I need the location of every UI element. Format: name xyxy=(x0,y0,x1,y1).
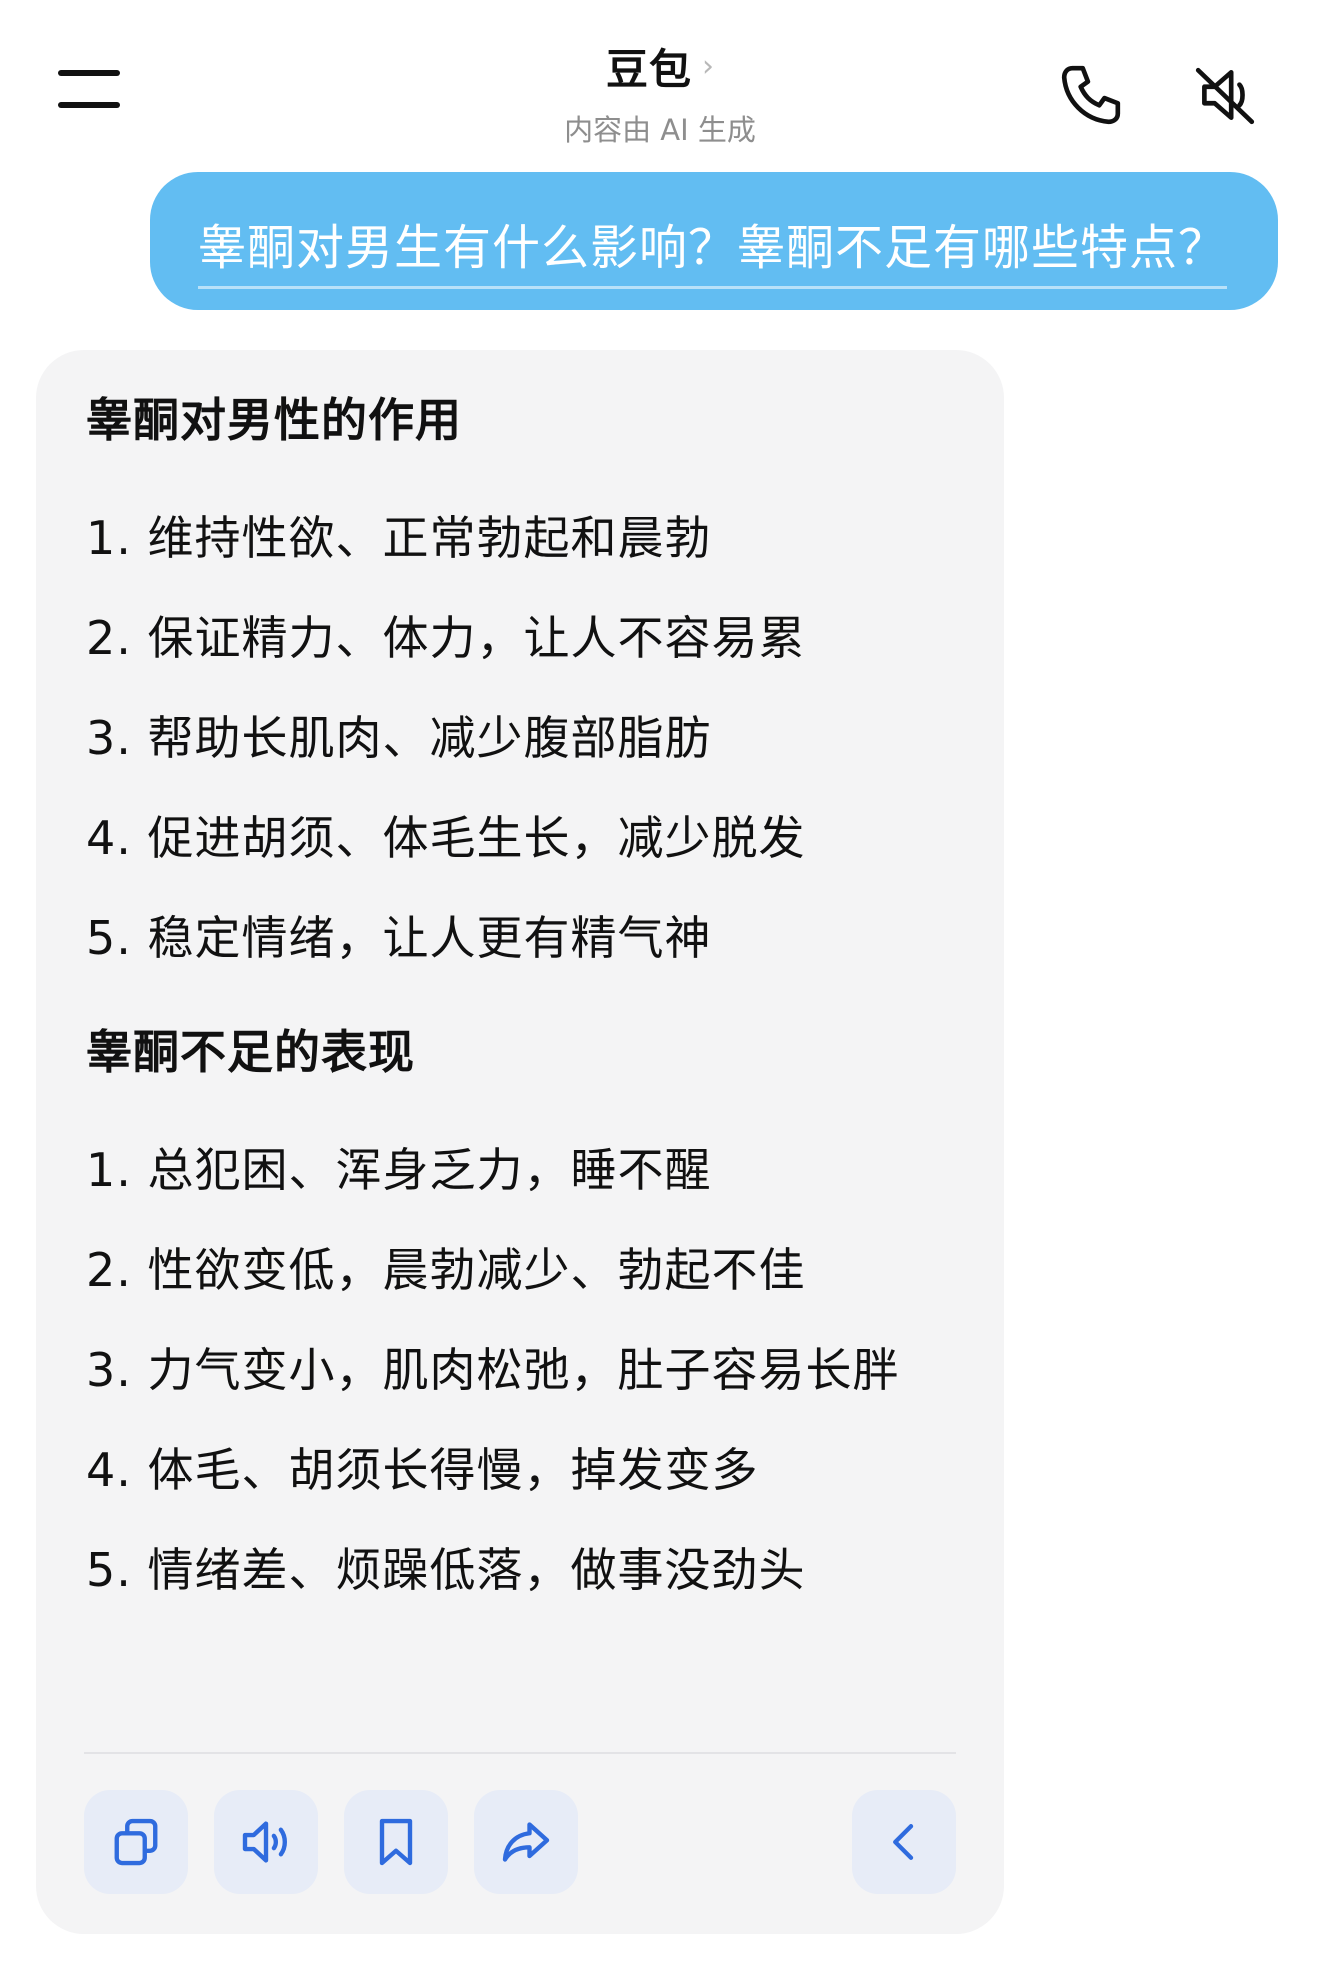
divider xyxy=(84,1752,956,1754)
share-icon xyxy=(502,1822,550,1862)
symptoms-list: 1. 总犯困、浑身乏力，睡不醒 2. 性欲变低，晨勃减少、勃起不佳 3. 力气变… xyxy=(86,1138,954,1638)
list-item: 5. 情绪差、烦躁低落，做事没劲头 xyxy=(86,1543,806,1597)
copy-button[interactable] xyxy=(84,1790,188,1894)
collapse-button[interactable] xyxy=(852,1790,956,1894)
list-item: 5. 稳定情绪，让人更有精气神 xyxy=(86,911,712,965)
chat-screen: 豆包 › 内容由 AI 生成 睾酮对男生有什么影响？睾酮不足有哪些特点？ 睾酮对… xyxy=(0,0,1320,1971)
phone-icon[interactable] xyxy=(1058,62,1124,128)
list-item: 4. 体毛、胡须长得慢，掉发变多 xyxy=(86,1443,759,1497)
answer-action-bar xyxy=(84,1790,956,1894)
chevron-left-icon xyxy=(893,1824,914,1860)
list-item: 2. 性欲变低，晨勃减少、勃起不佳 xyxy=(86,1243,806,1297)
user-message-bubble: 睾酮对男生有什么影响？睾酮不足有哪些特点？ xyxy=(150,172,1278,310)
copy-icon xyxy=(114,1818,158,1866)
list-item: 4. 促进胡须、体毛生长，减少脱发 xyxy=(86,811,806,865)
list-item: 3. 力气变小，肌肉松弛，肚子容易长胖 xyxy=(86,1343,900,1397)
bookmark-button[interactable] xyxy=(344,1790,448,1894)
read-aloud-button[interactable] xyxy=(214,1790,318,1894)
list-item: 1. 总犯困、浑身乏力，睡不醒 xyxy=(86,1143,712,1197)
list-item: 3. 帮助长肌肉、减少腹部脂肪 xyxy=(86,711,712,765)
list-item: 2. 保证精力、体力，让人不容易累 xyxy=(86,611,806,665)
list-item: 1. 维持性欲、正常勃起和晨勃 xyxy=(86,511,712,565)
answer-heading-effects: 睾酮对男性的作用 xyxy=(86,393,462,447)
bot-title: 豆包 xyxy=(605,45,692,94)
bookmark-icon xyxy=(379,1818,413,1866)
chevron-right-icon: › xyxy=(702,49,714,84)
speaker-icon xyxy=(242,1821,287,1863)
bot-title-button[interactable]: 豆包 › xyxy=(606,36,714,97)
assistant-answer-card: 睾酮对男性的作用 1. 维持性欲、正常勃起和晨勃 2. 保证精力、体力，让人不容… xyxy=(36,350,1004,1934)
share-button[interactable] xyxy=(474,1790,578,1894)
speaker-mute-icon[interactable] xyxy=(1192,62,1258,128)
user-message-text[interactable]: 睾酮对男生有什么影响？睾酮不足有哪些特点？ xyxy=(198,208,1228,289)
effects-list: 1. 维持性欲、正常勃起和晨勃 2. 保证精力、体力，让人不容易累 3. 帮助长… xyxy=(86,506,954,1006)
answer-heading-symptoms: 睾酮不足的表现 xyxy=(86,1025,415,1079)
